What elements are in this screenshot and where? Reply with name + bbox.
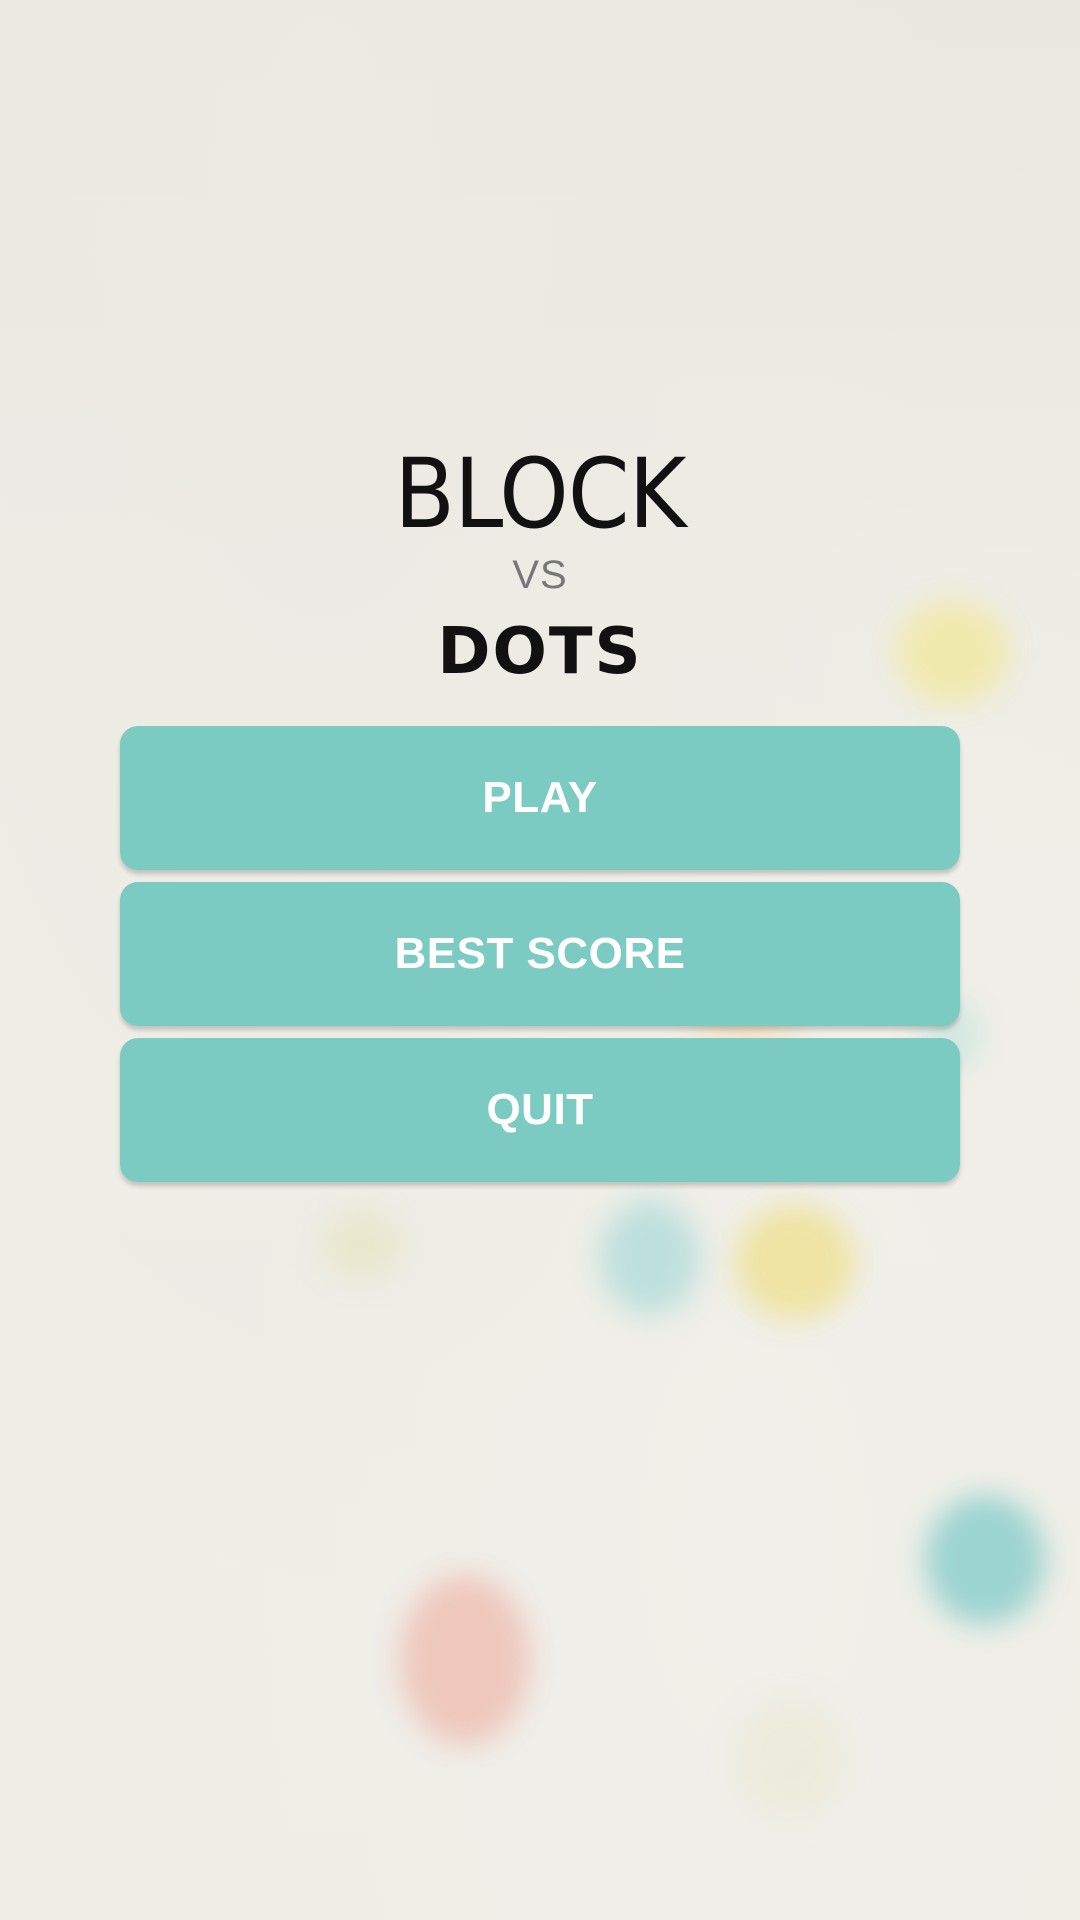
best-score-button[interactable]: BEST SCORE: [120, 882, 960, 1026]
cream-candy-blur: [735, 1700, 845, 1820]
blue-candy-blur: [925, 1495, 1045, 1625]
quit-button[interactable]: QUIT: [120, 1038, 960, 1182]
main-menu: PLAY BEST SCORE QUIT: [120, 726, 960, 1194]
game-logo-dots: DOTS: [437, 615, 643, 689]
play-button[interactable]: PLAY: [120, 726, 960, 870]
blue-candy-blur: [600, 1200, 700, 1315]
cream-candy-blur: [320, 1210, 405, 1280]
pink-candy-blur: [400, 1575, 530, 1745]
game-logo-block: BLOCK: [394, 438, 686, 550]
game-logo-vs: VS: [512, 553, 568, 597]
yellow-candy-blur: [735, 1205, 855, 1320]
